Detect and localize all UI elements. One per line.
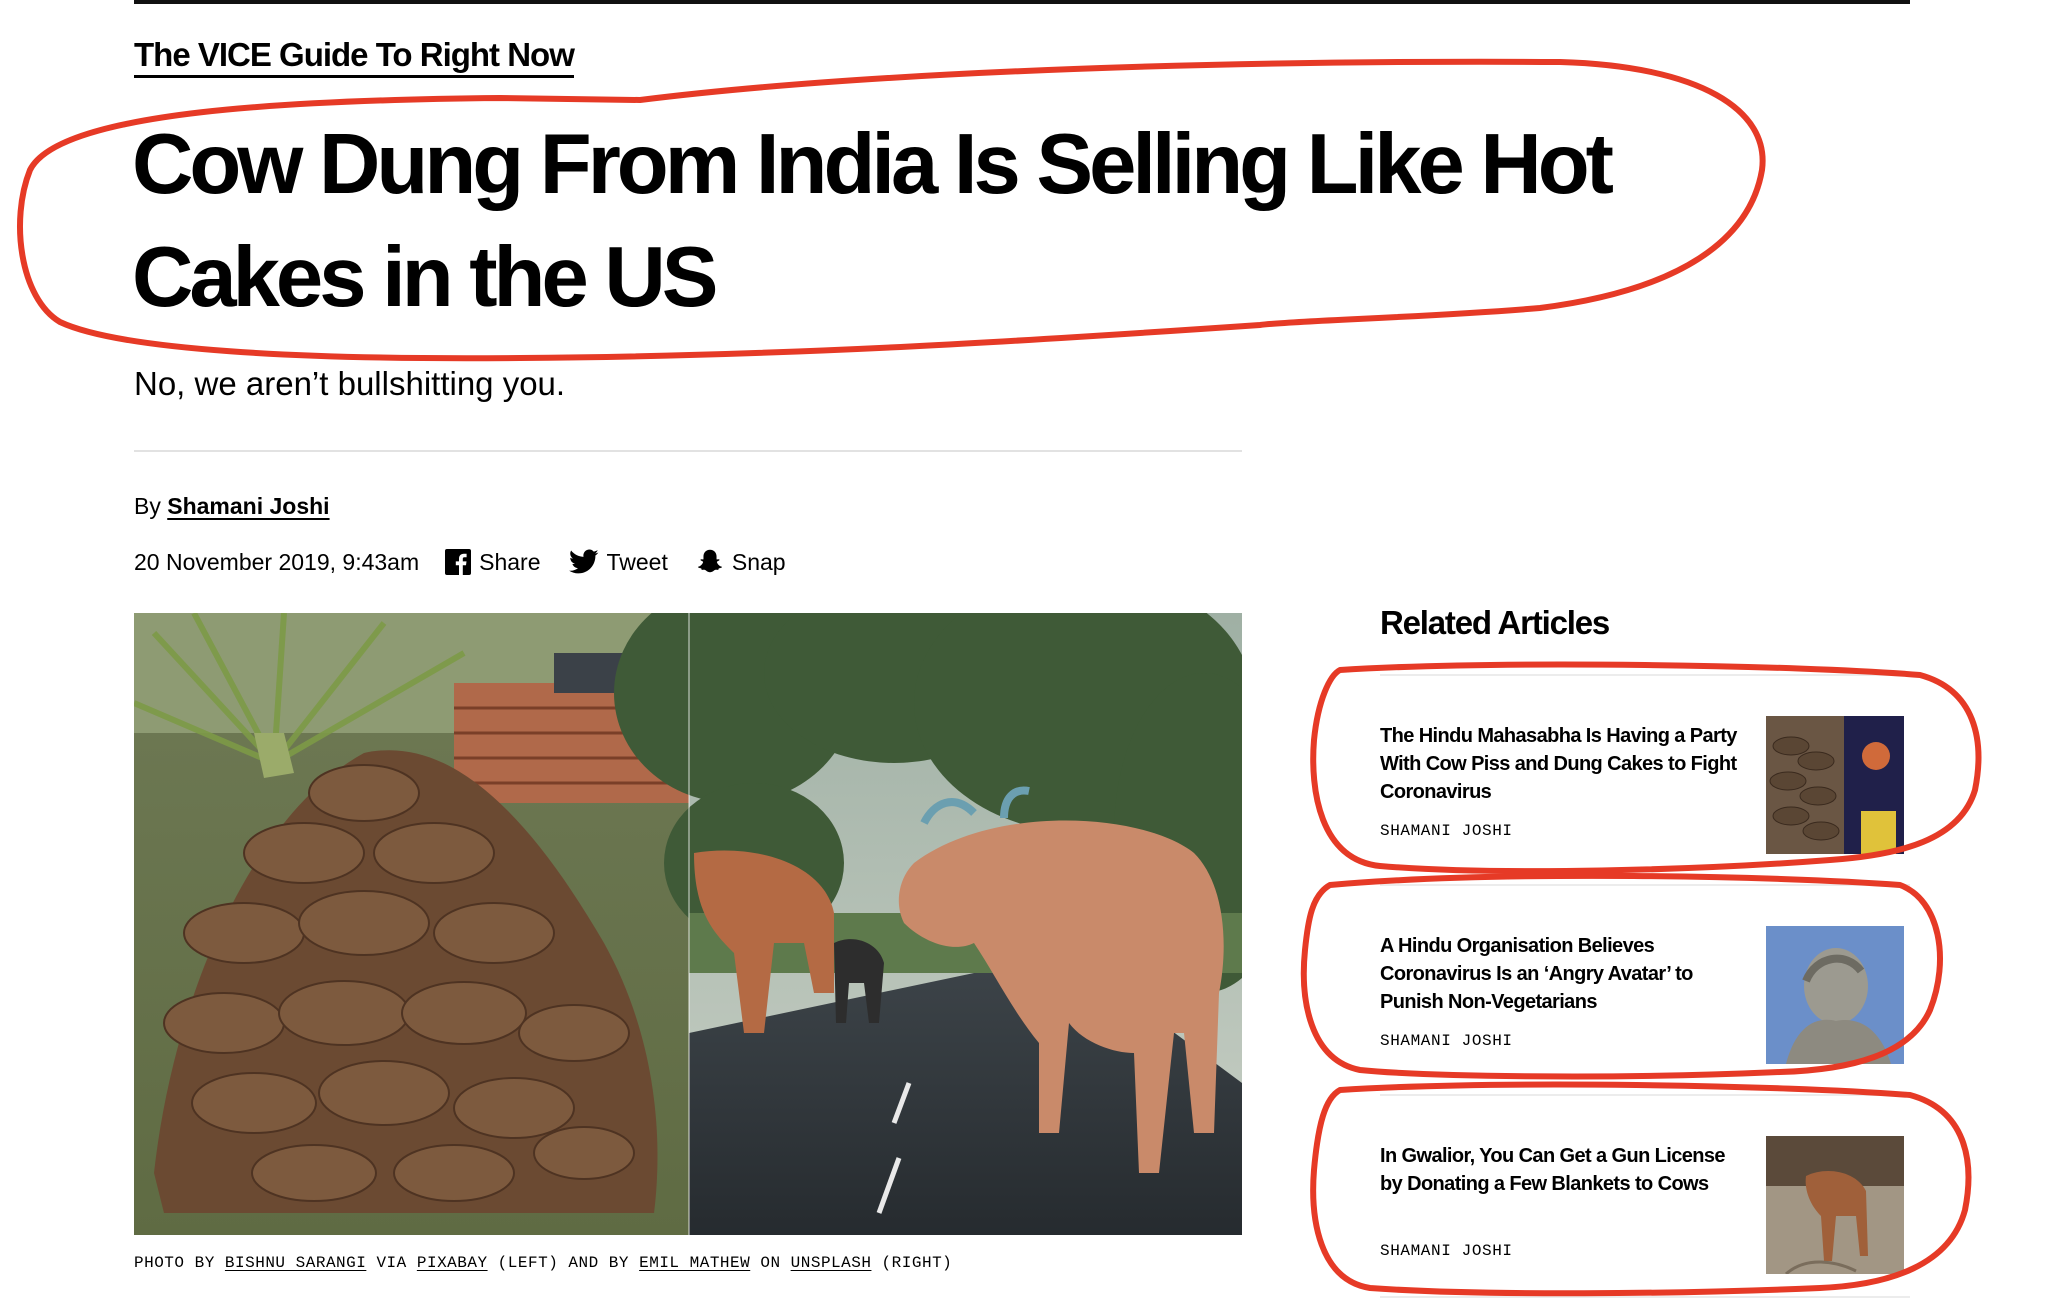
hero-image [134,613,1242,1235]
headline: Cow Dung From India Is Selling Like Hot … [132,117,1614,325]
snapchat-share-button[interactable]: Snap [696,548,786,576]
caption-text: (LEFT) AND BY [487,1254,640,1272]
caption-link-photographer-right[interactable]: EMIL MATHEW [639,1254,750,1272]
photo-caption: PHOTO BY BISHNU SARANGI VIA PIXABAY (LEF… [134,1254,952,1272]
related-article-title[interactable]: In Gwalior, You Can Get a Gun License by… [1380,1142,1740,1198]
twitter-share-button[interactable]: Tweet [568,548,668,576]
related-article-card[interactable]: In Gwalior, You Can Get a Gun License by… [1380,1096,1910,1296]
related-article-title[interactable]: The Hindu Mahasabha Is Having a Party Wi… [1380,722,1740,806]
facebook-share-button[interactable]: Share [445,548,541,576]
caption-link-source-left[interactable]: PIXABAY [417,1254,488,1272]
caption-link-source-right[interactable]: UNSPLASH [791,1254,872,1272]
divider [134,450,1242,452]
section-label[interactable]: The VICE Guide To Right Now [134,36,575,78]
facebook-icon [445,549,472,575]
related-article-thumbnail[interactable] [1766,1136,1904,1274]
twitter-share-label: Tweet [606,548,668,575]
caption-link-photographer-left[interactable]: BISHNU SARANGI [225,1254,366,1272]
caption-text: VIA [366,1254,417,1272]
caption-text: PHOTO BY [134,1254,225,1272]
related-article-thumbnail[interactable] [1766,926,1904,1064]
twitter-icon [568,549,598,574]
byline: By Shamani Joshi [134,490,330,522]
publish-date: 20 November 2019, 9:43am [134,548,420,575]
related-article-card[interactable]: A Hindu Organisation Believes Coronaviru… [1380,886,1910,1086]
meta-row: 20 November 2019, 9:43am Share Tweet Sna… [134,545,814,579]
related-article-thumbnail[interactable] [1766,716,1904,854]
snapchat-icon [697,549,722,573]
caption-text: ON [750,1254,791,1272]
related-articles-heading: Related Articles [1380,604,1610,641]
snapchat-share-label: Snap [731,548,786,575]
related-article-author: SHAMANI JOSHI [1380,1242,1513,1260]
author-link[interactable]: Shamani Joshi [167,493,329,519]
related-article-author: SHAMANI JOSHI [1380,822,1513,840]
caption-text: (RIGHT) [871,1254,953,1272]
byline-prefix: By [134,493,161,519]
dek: No, we aren’t bullshitting you. [134,365,566,402]
top-rule [134,0,1910,4]
related-article-author: SHAMANI JOSHI [1380,1032,1513,1050]
related-article-title[interactable]: A Hindu Organisation Believes Coronaviru… [1380,932,1740,1016]
facebook-share-label: Share [479,548,541,575]
related-article-card[interactable]: The Hindu Mahasabha Is Having a Party Wi… [1380,676,1910,876]
right-photo-cows-on-road [614,613,1242,1235]
left-photo-dung-pile [134,613,689,1235]
divider [1380,1296,1910,1298]
